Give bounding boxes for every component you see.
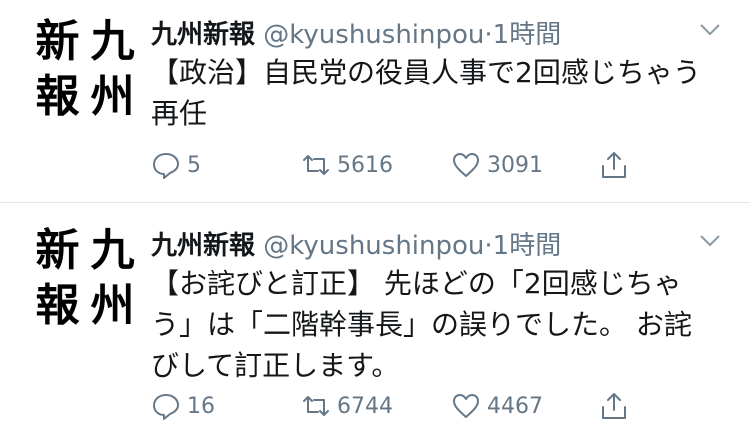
separator-dot: · bbox=[484, 231, 493, 261]
heart-icon bbox=[453, 153, 479, 177]
reply-count: 16 bbox=[187, 393, 215, 419]
share-button[interactable] bbox=[599, 148, 635, 182]
retweet-icon bbox=[303, 396, 329, 416]
avatar-char: 報 bbox=[35, 279, 80, 331]
tweet-text-line: う」は「二階幹事長」の誤りでした。 お詫 bbox=[151, 308, 692, 341]
reply-icon bbox=[153, 153, 179, 179]
chevron-down-icon[interactable] bbox=[698, 22, 722, 38]
display-name[interactable]: 九州新報 bbox=[151, 231, 255, 261]
like-count: 3091 bbox=[487, 152, 543, 178]
tweet-text-line: 【政治】自民党の役員人事で2回感じちゃう bbox=[151, 56, 701, 89]
avatar-char: 新 bbox=[35, 15, 80, 67]
action-bar: 16 6744 4467 bbox=[151, 389, 651, 423]
share-button[interactable] bbox=[599, 389, 635, 423]
retweet-button[interactable]: 5616 bbox=[301, 148, 393, 182]
user-handle[interactable]: @kyushushinpou bbox=[263, 231, 484, 261]
avatar-char: 九 bbox=[90, 224, 135, 276]
chevron-down-icon[interactable] bbox=[698, 233, 722, 249]
retweet-button[interactable]: 6744 bbox=[301, 389, 393, 423]
reply-count: 5 bbox=[187, 152, 201, 178]
like-button[interactable]: 3091 bbox=[451, 148, 543, 182]
avatar[interactable]: 九 新 州 報 bbox=[30, 14, 140, 124]
reply-icon bbox=[153, 394, 179, 420]
display-name[interactable]: 九州新報 bbox=[151, 20, 255, 50]
timestamp[interactable]: 1時間 bbox=[493, 20, 562, 50]
like-count: 4467 bbox=[487, 393, 543, 419]
avatar-char: 州 bbox=[90, 70, 135, 122]
tweet-text-line: 【お詫びと訂正】 先ほどの「2回感じちゃ bbox=[151, 267, 682, 300]
tweet[interactable]: 九 新 州 報 九州新報 @kyushushinpou·1時間 【お詫びと訂正】… bbox=[0, 203, 750, 441]
retweet-count: 5616 bbox=[337, 152, 393, 178]
avatar-char: 新 bbox=[35, 224, 80, 276]
tweet[interactable]: 九 新 州 報 九州新報 @kyushushinpou·1時間 【政治】自民党の… bbox=[0, 0, 750, 203]
tweet-text: 【お詫びと訂正】 先ほどの「2回感じちゃ う」は「二階幹事長」の誤りでした。 お… bbox=[151, 263, 711, 386]
tweet-text-line: びして訂正します。 bbox=[151, 349, 400, 382]
heart-icon bbox=[453, 394, 479, 418]
reply-button[interactable]: 16 bbox=[151, 389, 215, 423]
reply-button[interactable]: 5 bbox=[151, 148, 201, 182]
share-icon bbox=[602, 393, 626, 419]
retweet-icon bbox=[303, 155, 329, 175]
share-icon bbox=[602, 152, 626, 178]
avatar-char: 報 bbox=[35, 70, 80, 122]
avatar[interactable]: 九 新 州 報 bbox=[30, 223, 140, 333]
avatar-char: 州 bbox=[90, 279, 135, 331]
separator-dot: · bbox=[484, 20, 493, 50]
timestamp[interactable]: 1時間 bbox=[493, 231, 562, 261]
like-button[interactable]: 4467 bbox=[451, 389, 543, 423]
avatar-char: 九 bbox=[90, 15, 135, 67]
user-handle[interactable]: @kyushushinpou bbox=[263, 20, 484, 50]
tweet-header: 九州新報 @kyushushinpou·1時間 bbox=[151, 14, 561, 51]
tweet-header: 九州新報 @kyushushinpou·1時間 bbox=[151, 225, 561, 262]
retweet-count: 6744 bbox=[337, 393, 393, 419]
tweet-text: 【政治】自民党の役員人事で2回感じちゃう 再任 bbox=[151, 52, 711, 134]
tweet-text-line: 再任 bbox=[151, 97, 208, 130]
action-bar: 5 5616 3091 bbox=[151, 148, 651, 182]
